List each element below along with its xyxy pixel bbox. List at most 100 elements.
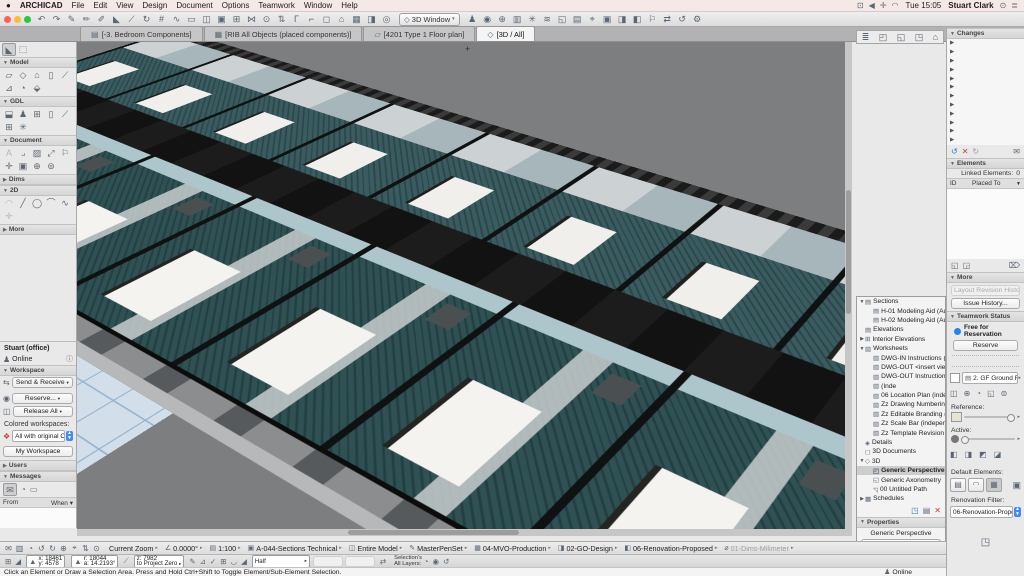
teamwork-status-section-header[interactable]: ▼Teamwork Status [947, 311, 1024, 322]
pencil-icon[interactable]: ✏ [79, 13, 94, 26]
wifi-icon[interactable]: ◠ [892, 1, 899, 10]
default-elements-toggle-3[interactable]: ▦ [986, 478, 1002, 492]
toolbox-section-more[interactable]: ▶More [0, 224, 76, 235]
menu-options[interactable]: Options [222, 1, 250, 10]
magnet-mini-icon[interactable]: ◡ [231, 557, 238, 566]
redo-icon[interactable]: ↷ [49, 13, 64, 26]
detail-tool-icon[interactable]: ⊕ [30, 160, 44, 173]
wall-tool-icon[interactable]: ▱ [2, 69, 16, 82]
navigator-item[interactable]: ◹00 Untitled Path [857, 485, 945, 494]
filter-icon[interactable]: ◧ [630, 13, 645, 26]
reserve-element-button[interactable]: Reserve [953, 340, 1018, 351]
active-slider[interactable]: ▸ [947, 435, 1024, 443]
change-row[interactable]: ▶ [947, 101, 1024, 110]
menu-document[interactable]: Document [176, 1, 212, 10]
fit-icon[interactable]: ⊕ [58, 544, 69, 553]
door-icon[interactable]: ◫ [199, 13, 214, 26]
layers-lock-icon[interactable]: ◉ [433, 557, 440, 566]
chat-icon[interactable]: ◔ [25, 544, 36, 553]
cloud-icon[interactable]: ≋ [540, 13, 555, 26]
floor-checkbox[interactable] [950, 373, 960, 383]
zoom-in-icon[interactable]: ↻ [47, 544, 58, 553]
story-settings-icon[interactable]: ◫ [950, 389, 958, 398]
hotspot-tool-icon[interactable]: ✛ [2, 160, 16, 173]
apple-menu-icon[interactable]: ● [6, 1, 11, 10]
window-tool-icon[interactable]: ⌂ [30, 69, 44, 82]
navigator-item[interactable]: ▼▤Sections [857, 297, 945, 306]
release-all-button[interactable]: Release All ▾ [13, 406, 73, 417]
panel-options-icon[interactable]: ◳ [981, 537, 990, 548]
navigator-item[interactable]: ◱Generic Axonometry [857, 475, 945, 484]
quick-option-6[interactable]: ▦04-MVO-Production▸ [474, 544, 551, 553]
unlink-element-icon[interactable]: ◲ [963, 261, 971, 270]
navigator-item[interactable]: ▼▧Worksheets [857, 344, 945, 353]
morph-tool-icon[interactable]: ⊞ [2, 121, 16, 134]
navigator-item[interactable]: ▤H-01 Modeling Aid (Auto-reb [857, 306, 945, 315]
refresh-changes-icon[interactable]: ↺ [951, 147, 958, 156]
zoom-out-icon[interactable]: ↺ [36, 544, 47, 553]
mail-changes-icon[interactable]: ✉ [1013, 147, 1020, 156]
quick-option-7[interactable]: ◨02-GO-Design▸ [558, 544, 617, 553]
tracker-grid-icon[interactable]: ⊞ [5, 557, 11, 566]
toolbox-section-model[interactable]: ▼Model [0, 57, 76, 68]
pan-icon[interactable]: ⌖ [69, 543, 80, 553]
rotate-icon[interactable]: ↻ [139, 13, 154, 26]
toolbox-section-dims[interactable]: ▶Dims [0, 174, 76, 185]
change-row[interactable]: ▶ [947, 136, 1024, 145]
object-tool-icon[interactable]: ⬓ [2, 108, 16, 121]
paste-icon[interactable]: ▤ [570, 13, 585, 26]
quick-option-4[interactable]: ◫Entire Model▸ [349, 544, 403, 553]
orbit-icon[interactable]: ⇅ [80, 544, 91, 553]
check-mini-icon[interactable]: ✓ [210, 557, 216, 566]
figure-tool-icon[interactable]: ▣ [16, 160, 30, 173]
refresh-icon[interactable]: ↺ [675, 13, 690, 26]
grid-snap-icon[interactable]: # [154, 13, 169, 26]
select-arrow-icon[interactable]: ◣ [2, 43, 16, 56]
layers-undo-icon[interactable]: ↺ [443, 557, 449, 566]
brush-icon[interactable]: ✐ [94, 13, 109, 26]
trace-ref-icon-2[interactable]: ◨ [965, 450, 973, 459]
cancel-button[interactable] [345, 556, 375, 567]
bluetooth-icon[interactable]: ✛ [880, 1, 887, 10]
pending-icon[interactable]: ◔ [21, 485, 26, 494]
change-row[interactable]: ▶ [947, 83, 1024, 92]
grid-mini-icon[interactable]: ⊞ [220, 557, 226, 566]
stair-tool-icon[interactable]: ⊞ [30, 108, 44, 121]
elements-placedto-column[interactable]: Placed To [957, 180, 1017, 187]
ghost-story-icon[interactable]: ◔ [976, 389, 981, 398]
3d-window-selector[interactable]: ◇ 3D Window ▾ [399, 13, 460, 26]
roof-tool-icon[interactable]: ⊿ [2, 82, 16, 95]
users-section-header[interactable]: ▶Users [0, 460, 76, 471]
change-row[interactable]: ▶ [947, 48, 1024, 57]
trim-icon[interactable]: ⌐ [304, 13, 319, 26]
mail-icon[interactable]: ✉ [3, 544, 14, 553]
workspace-color-stepper[interactable]: ▲▼ [66, 431, 73, 441]
target-icon[interactable]: ◎ [379, 13, 394, 26]
layout-book-icon[interactable]: ◳ [915, 32, 924, 43]
navigator-item[interactable]: ◻3D Documents [857, 447, 945, 456]
navigator-item[interactable]: ▧Zz Editable Branding (indepe [857, 410, 945, 419]
hotspot2-tool-icon[interactable]: ✛ [2, 210, 16, 223]
door-tool-icon[interactable]: ◇ [16, 69, 30, 82]
sync-changes-icon[interactable]: ↻ [972, 147, 979, 156]
toolbox-section-gdl[interactable]: ▼GDL [0, 96, 76, 107]
mesh-tool-icon[interactable]: ⬙ [30, 82, 44, 95]
spline2-tool-icon[interactable]: ∿ [58, 197, 72, 210]
tab-1[interactable]: ▦[RIB All Objects (placed components)] [204, 26, 363, 41]
worksheet-tool-icon[interactable]: ⊜ [44, 160, 58, 173]
quick-option-5[interactable]: ✎MasterPenSet▸ [409, 544, 467, 553]
ra-coordinate-box[interactable]: ▲ r: 18044 a: 14.2193° [71, 555, 118, 568]
split-icon[interactable]: ◨ [364, 13, 379, 26]
ok-button[interactable] [313, 556, 343, 567]
navigator-item[interactable]: ▼◇3D [857, 457, 945, 466]
navigator-item[interactable]: ▧06 Location Plan (independe [857, 391, 945, 400]
change-row[interactable]: ▶ [947, 118, 1024, 127]
tab-0[interactable]: ▤[-3. Bedroom Components] [80, 26, 203, 41]
new-folder-icon[interactable]: ▤ [923, 506, 931, 515]
change-row[interactable]: ▶ [947, 74, 1024, 83]
arc-tool-icon[interactable]: ◠ [2, 197, 16, 210]
slab-icon[interactable]: ▭ [184, 13, 199, 26]
delete-change-icon[interactable]: ✕ [962, 147, 969, 156]
line-tool-icon[interactable]: ⟋ [124, 13, 139, 26]
marquee-icon[interactable]: ⬚ [16, 43, 30, 56]
